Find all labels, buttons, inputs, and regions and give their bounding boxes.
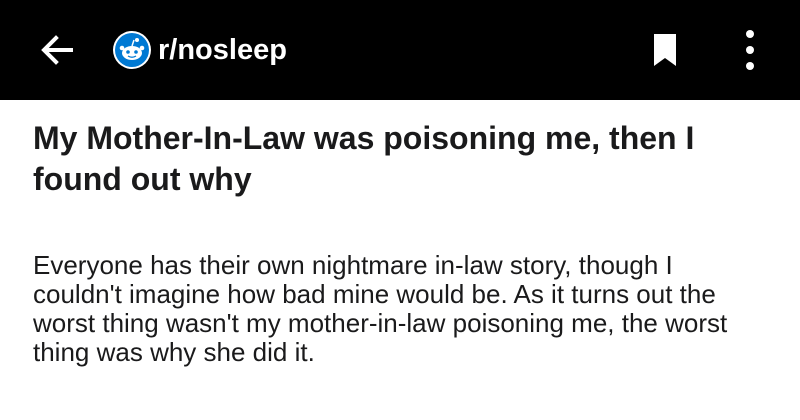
more-options-button[interactable] [730, 22, 770, 78]
subreddit-name[interactable]: r/nosleep [158, 31, 287, 69]
save-button[interactable] [643, 27, 687, 73]
post-body: Everyone has their own nightmare in-law … [33, 250, 728, 367]
more-vertical-icon [746, 30, 754, 70]
bookmark-icon [654, 34, 676, 66]
arrow-left-icon [41, 35, 73, 65]
subreddit-avatar[interactable] [113, 31, 151, 69]
post-title[interactable]: My Mother-In-Law was poisoning me, then … [33, 118, 773, 200]
back-button[interactable] [30, 24, 84, 76]
reddit-snoo-icon [115, 33, 149, 67]
app-header: r/nosleep [0, 0, 800, 100]
